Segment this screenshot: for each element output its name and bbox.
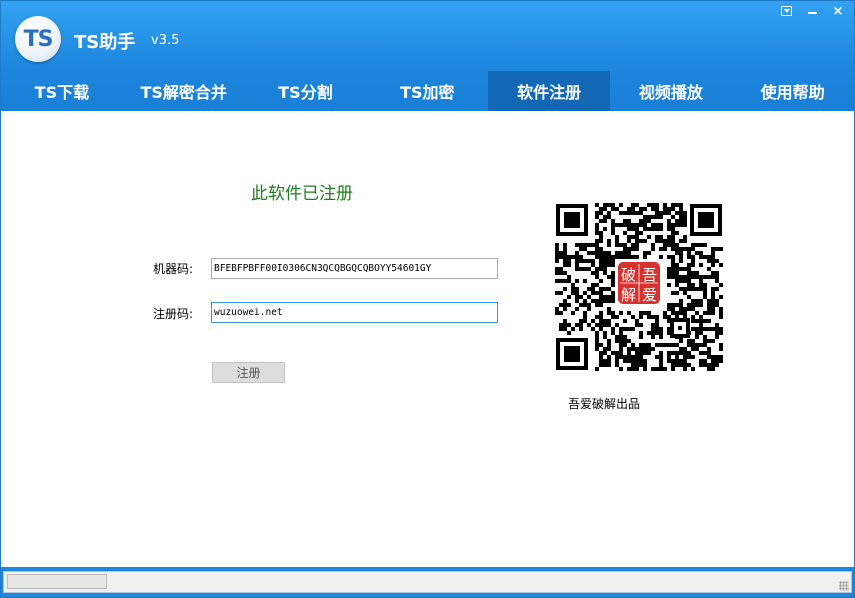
resize-grip-icon[interactable]: [839, 581, 849, 591]
dropdown-menu-icon: [780, 6, 792, 16]
qr-code: 破 吾 解 爱: [554, 202, 724, 372]
qr-badge-char-1: 破: [621, 266, 636, 284]
app-logo: TS: [15, 16, 61, 62]
registration-status: 此软件已注册: [251, 184, 353, 204]
machine-code-input[interactable]: [211, 258, 498, 279]
tab-video-playback[interactable]: 视频播放: [610, 71, 732, 111]
tab-ts-download[interactable]: TS下载: [1, 71, 123, 111]
reg-code-input[interactable]: [211, 302, 498, 323]
app-version: v3.5: [151, 33, 180, 48]
qr-caption: 吾爱破解出品: [568, 397, 641, 411]
tab-ts-decrypt-merge[interactable]: TS解密合并: [123, 71, 245, 111]
minimize-button[interactable]: [804, 3, 820, 19]
tab-ts-split[interactable]: TS分割: [245, 71, 367, 111]
qr-badge-char-3: 解: [621, 286, 636, 304]
dropdown-menu-button[interactable]: [778, 3, 794, 19]
tab-help[interactable]: 使用帮助: [732, 71, 854, 111]
app-window: TS TS助手 v3.5 × TS下载 TS解密合并 TS分割 TS加密 软件注…: [0, 0, 855, 598]
minimize-icon: [807, 12, 817, 14]
close-button[interactable]: ×: [830, 3, 846, 19]
close-icon: ×: [832, 3, 844, 19]
reg-code-label: 注册码:: [153, 307, 194, 321]
main-nav: TS下载 TS解密合并 TS分割 TS加密 软件注册 视频播放 使用帮助: [1, 71, 854, 111]
qr-badge-char-4: 爱: [642, 286, 657, 304]
status-bar: [1, 567, 854, 597]
qr-badge-char-2: 吾: [642, 266, 657, 284]
logo-text: TS: [23, 26, 54, 52]
progress-bar: [7, 574, 107, 589]
status-bar-panel: [3, 571, 852, 593]
window-controls: ×: [778, 3, 846, 19]
app-title: TS助手: [74, 32, 136, 53]
tab-software-registration[interactable]: 软件注册: [488, 71, 610, 111]
registration-panel: 此软件已注册 机器码: 注册码: 注册: [1, 111, 854, 567]
tab-ts-encrypt[interactable]: TS加密: [366, 71, 488, 111]
machine-code-label: 机器码:: [153, 262, 194, 276]
register-button[interactable]: 注册: [212, 362, 285, 383]
qr-code-image: 破 吾 解 爱: [554, 202, 724, 372]
header: TS TS助手 v3.5 × TS下载 TS解密合并 TS分割 TS加密 软件注…: [1, 1, 854, 111]
